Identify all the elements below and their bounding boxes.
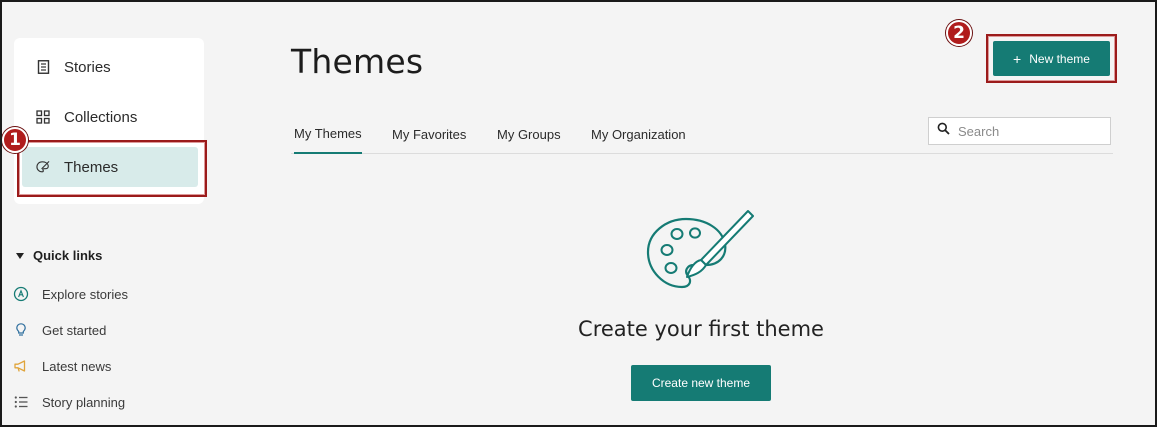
quick-link-get-started[interactable]: Get started	[12, 320, 106, 340]
quick-link-label: Story planning	[42, 394, 126, 410]
create-new-theme-button[interactable]: Create new theme	[631, 365, 771, 401]
search-icon	[937, 122, 950, 140]
quick-links-toggle[interactable]: Quick links	[16, 248, 102, 263]
quick-links-heading: Quick links	[33, 248, 103, 263]
tab-my-groups[interactable]: My Groups	[497, 114, 561, 154]
annotation-box-themes	[17, 140, 207, 197]
page-title: Themes	[291, 42, 424, 81]
tab-my-favorites[interactable]: My Favorites	[392, 114, 466, 154]
sidebar-item-stories[interactable]: Stories	[22, 47, 198, 87]
search-box	[928, 117, 1111, 145]
empty-state-title: Create your first theme	[578, 317, 824, 341]
checklist-icon	[12, 393, 30, 411]
palette-brush-icon	[646, 210, 754, 289]
sidebar-item-label: Collections	[64, 108, 138, 126]
annotation-box-new-theme	[986, 34, 1117, 83]
caret-down-icon	[16, 252, 24, 259]
annotation-badge-1: 1	[2, 127, 28, 153]
search-input[interactable]	[958, 123, 1098, 139]
sidebar-item-collections[interactable]: Collections	[22, 97, 198, 137]
tab-my-organization[interactable]: My Organization	[591, 114, 686, 154]
quick-link-label: Get started	[42, 322, 107, 338]
quick-link-story-planning[interactable]: Story planning	[12, 392, 125, 412]
compass-icon	[12, 285, 30, 303]
quick-link-explore-stories[interactable]: Explore stories	[12, 284, 128, 304]
quick-link-label: Explore stories	[42, 286, 128, 302]
lightbulb-icon	[12, 321, 30, 339]
quick-link-label: Latest news	[42, 358, 112, 374]
megaphone-icon	[12, 357, 30, 375]
tab-my-themes[interactable]: My Themes	[294, 114, 362, 154]
sidebar-item-label: Stories	[64, 58, 111, 76]
grid-icon	[36, 110, 50, 124]
quick-link-latest-news[interactable]: Latest news	[12, 356, 111, 376]
document-icon	[36, 60, 50, 74]
annotation-badge-2: 2	[946, 20, 972, 46]
